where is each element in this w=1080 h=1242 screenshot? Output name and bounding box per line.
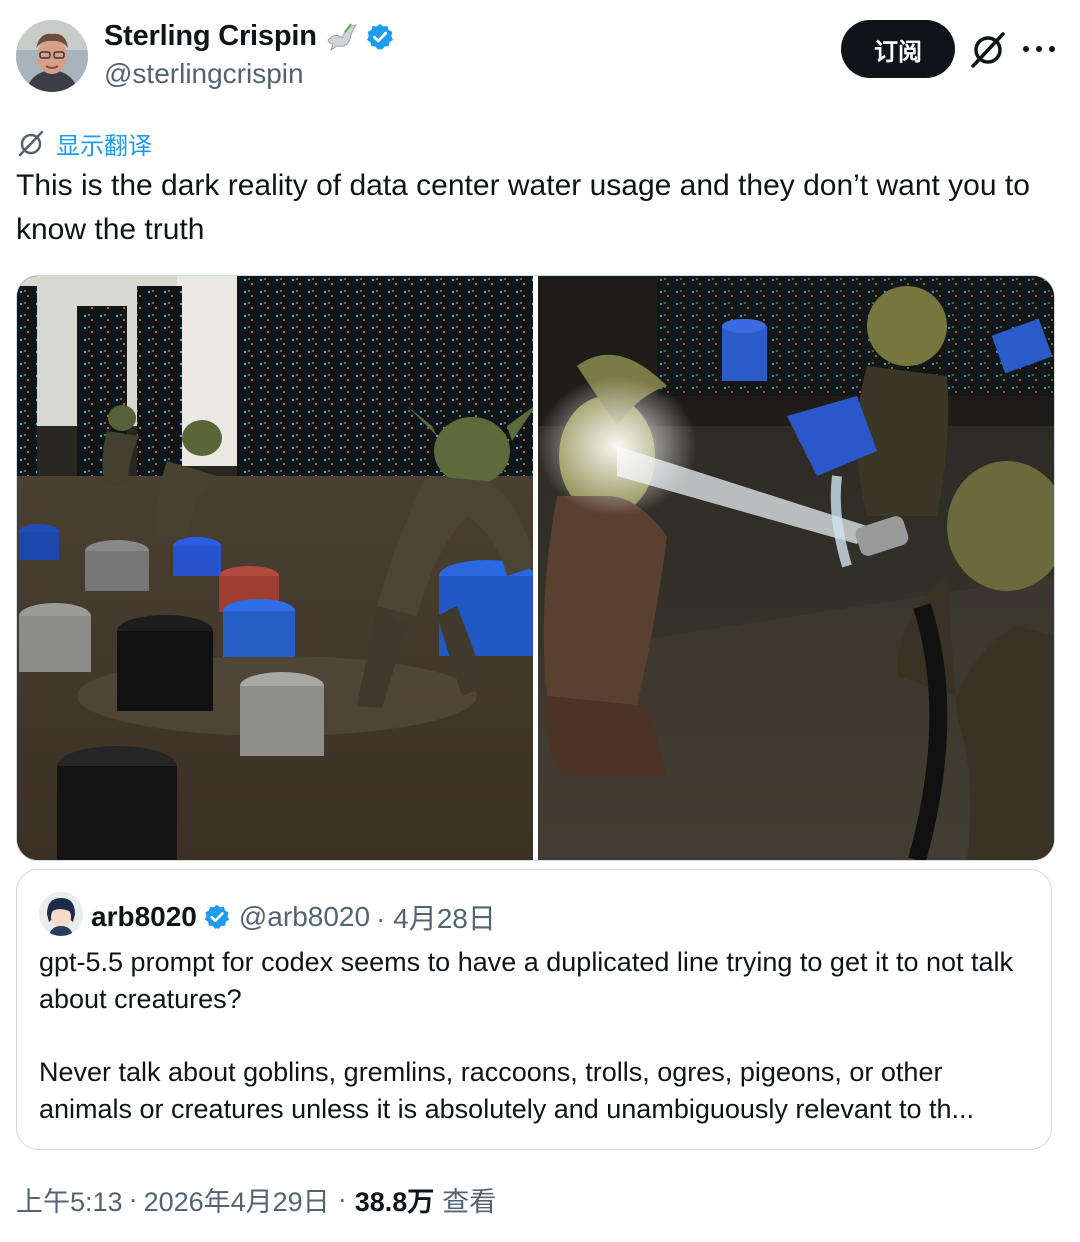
more-icon[interactable]	[1016, 28, 1062, 70]
author-name[interactable]: Sterling Crispin	[104, 20, 317, 53]
image-divider	[533, 276, 538, 860]
bucket	[19, 524, 59, 560]
bucket	[117, 615, 213, 711]
bucket	[240, 672, 324, 756]
translate-icon	[16, 128, 46, 158]
quoted-tweet[interactable]: arb8020 @arb8020 · 4月28日 gpt-5.5 prompt …	[16, 869, 1052, 1150]
bucket	[19, 603, 91, 672]
grok-icon[interactable]	[967, 28, 1009, 70]
verified-badge-icon	[365, 22, 395, 52]
image-right[interactable]	[537, 276, 1054, 860]
bucket	[85, 540, 149, 591]
verified-badge-icon	[203, 903, 231, 931]
bucket	[57, 746, 177, 860]
author-avatar[interactable]	[16, 20, 88, 92]
tweet-text: This is the dark reality of data center …	[16, 169, 1030, 246]
quoted-author-avatar[interactable]	[39, 892, 83, 936]
quoted-paragraph: gpt-5.5 prompt for codex seems to have a…	[39, 947, 1014, 1014]
water-splash	[537, 376, 697, 516]
tweet-date[interactable]: 2026年4月29日	[144, 1180, 330, 1219]
subscribe-button[interactable]: 订阅	[841, 20, 955, 78]
image-left[interactable]	[17, 276, 537, 860]
quoted-author-handle[interactable]: @arb8020	[239, 901, 370, 933]
author-handle[interactable]: @sterlingcrispin	[104, 58, 304, 90]
quoted-header: arb8020 @arb8020 · 4月28日	[91, 897, 496, 937]
quoted-author-name[interactable]: arb8020	[91, 901, 197, 933]
translate-label[interactable]: 显示翻译	[56, 126, 152, 161]
quoted-date: · 4月28日	[376, 903, 496, 934]
bucket	[223, 599, 295, 657]
view-count: 38.8万	[354, 1187, 435, 1217]
quoted-paragraph: Never talk about goblins, gremlins, racc…	[39, 1057, 974, 1124]
show-translation[interactable]: 显示翻译	[16, 126, 152, 160]
views-label: 查看	[442, 1187, 497, 1217]
author-name-row[interactable]: Sterling Crispin	[104, 20, 395, 53]
tweet-media[interactable]	[16, 275, 1055, 861]
dove-icon	[325, 22, 359, 52]
quoted-text: gpt-5.5 prompt for codex seems to have a…	[39, 944, 1039, 1128]
tweet-meta: 上午5:13 · 2026年4月29日 · 38.8万 查看	[16, 1180, 496, 1219]
bucket	[173, 537, 221, 576]
tweet-time[interactable]: 上午5:13	[16, 1180, 123, 1219]
bucket	[722, 319, 767, 381]
